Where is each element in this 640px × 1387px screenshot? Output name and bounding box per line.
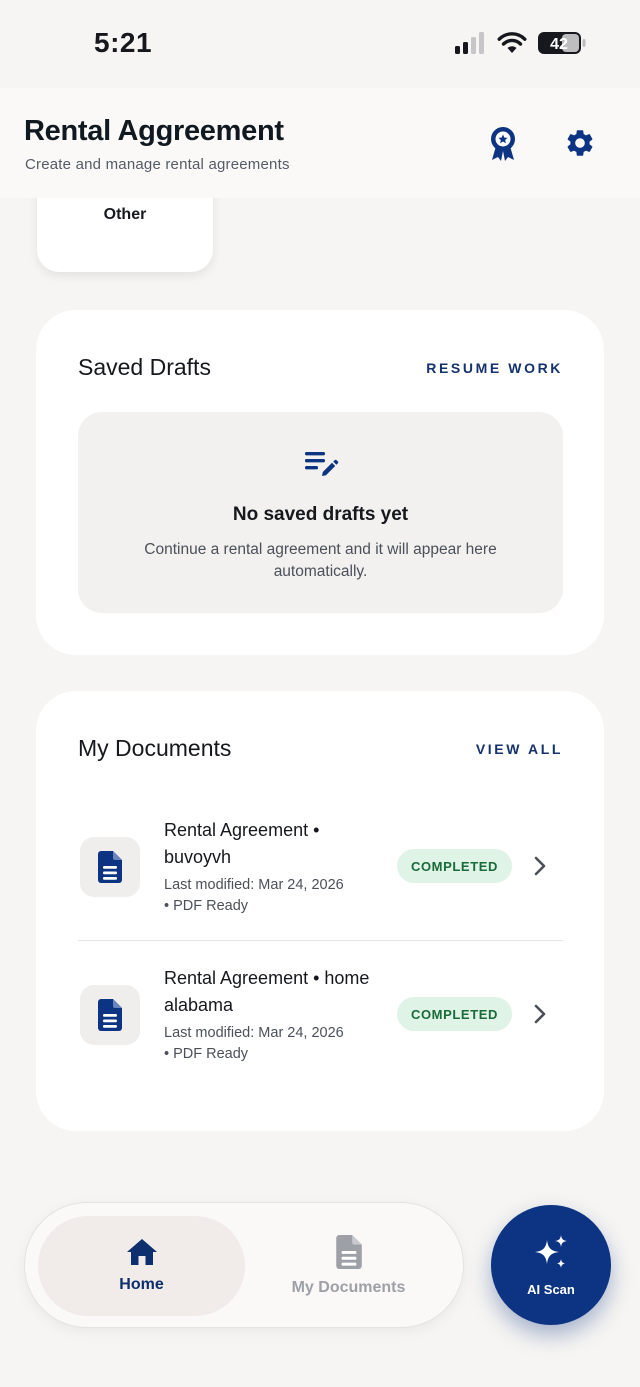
nav-my-documents-label: My Documents <box>291 1279 406 1296</box>
wifi-icon <box>497 32 527 53</box>
document-format: • PDF Ready <box>164 1046 249 1062</box>
status-bar: 5:21 42 <box>0 0 640 88</box>
chevron-right-icon <box>534 856 546 876</box>
document-thumbnail <box>80 985 140 1045</box>
document-thumbnail <box>80 837 140 897</box>
document-icon <box>335 1235 362 1269</box>
view-all-link[interactable]: VIEW ALL <box>476 741 563 757</box>
battery-level: 42 <box>550 36 568 53</box>
empty-drafts-state: No saved drafts yet Continue a rental ag… <box>78 412 563 613</box>
bottom-navigation: Home My Documents <box>24 1202 464 1328</box>
document-row[interactable]: Rental Agreement • home alabama Last mod… <box>78 941 563 1089</box>
status-badge: COMPLETED <box>397 997 512 1031</box>
sparkles-icon <box>535 1234 567 1268</box>
page-title: Rental Aggreement <box>24 115 284 147</box>
document-icon <box>98 999 122 1031</box>
saved-drafts-title: Saved Drafts <box>78 354 211 380</box>
status-badge: COMPLETED <box>397 849 512 883</box>
document-icon <box>98 851 122 883</box>
app-header: Rental Aggreement Create and manage rent… <box>0 88 640 198</box>
home-icon <box>126 1239 157 1265</box>
ai-scan-button[interactable]: AI Scan <box>491 1205 611 1325</box>
settings-button[interactable] <box>560 123 600 163</box>
document-format: • PDF Ready <box>164 898 249 914</box>
nav-my-documents-tab[interactable]: My Documents <box>245 1216 452 1316</box>
edit-notes-icon <box>305 452 339 476</box>
document-title: Rental Agreement • buvoyvh <box>164 820 320 867</box>
nav-home-tab[interactable]: Home <box>38 1216 245 1316</box>
my-documents-card: My Documents VIEW ALL Rental Agreement •… <box>36 691 604 1131</box>
chevron-right-icon <box>534 1004 546 1024</box>
saved-drafts-card: Saved Drafts RESUME WORK No saved drafts… <box>36 310 604 655</box>
battery-icon: 42 <box>538 32 586 54</box>
document-modified: Last modified: Mar 24, 2026 <box>164 877 344 893</box>
document-modified: Last modified: Mar 24, 2026 <box>164 1025 344 1041</box>
document-row[interactable]: Rental Agreement • buvoyvh Last modified… <box>78 793 563 941</box>
resume-work-link[interactable]: RESUME WORK <box>426 360 563 376</box>
cellular-signal-icon <box>455 32 484 54</box>
document-title: Rental Agreement • home alabama <box>164 968 370 1015</box>
document-meta: Last modified: Mar 24, 2026 • PDF Ready <box>164 875 384 917</box>
status-time: 5:21 <box>94 27 153 58</box>
page-subtitle: Create and manage rental agreements <box>25 156 290 173</box>
achievements-button[interactable] <box>483 124 523 164</box>
ai-scan-label: AI Scan <box>527 1281 575 1297</box>
my-documents-title: My Documents <box>78 735 232 761</box>
gear-icon <box>567 130 593 156</box>
empty-drafts-text: Continue a rental agreement and it will … <box>144 541 497 580</box>
empty-drafts-title: No saved drafts yet <box>232 504 409 525</box>
nav-home-label: Home <box>119 1276 164 1293</box>
award-badge-icon <box>491 127 515 161</box>
document-meta: Last modified: Mar 24, 2026 • PDF Ready <box>164 1023 384 1065</box>
category-label: Other <box>103 206 147 223</box>
